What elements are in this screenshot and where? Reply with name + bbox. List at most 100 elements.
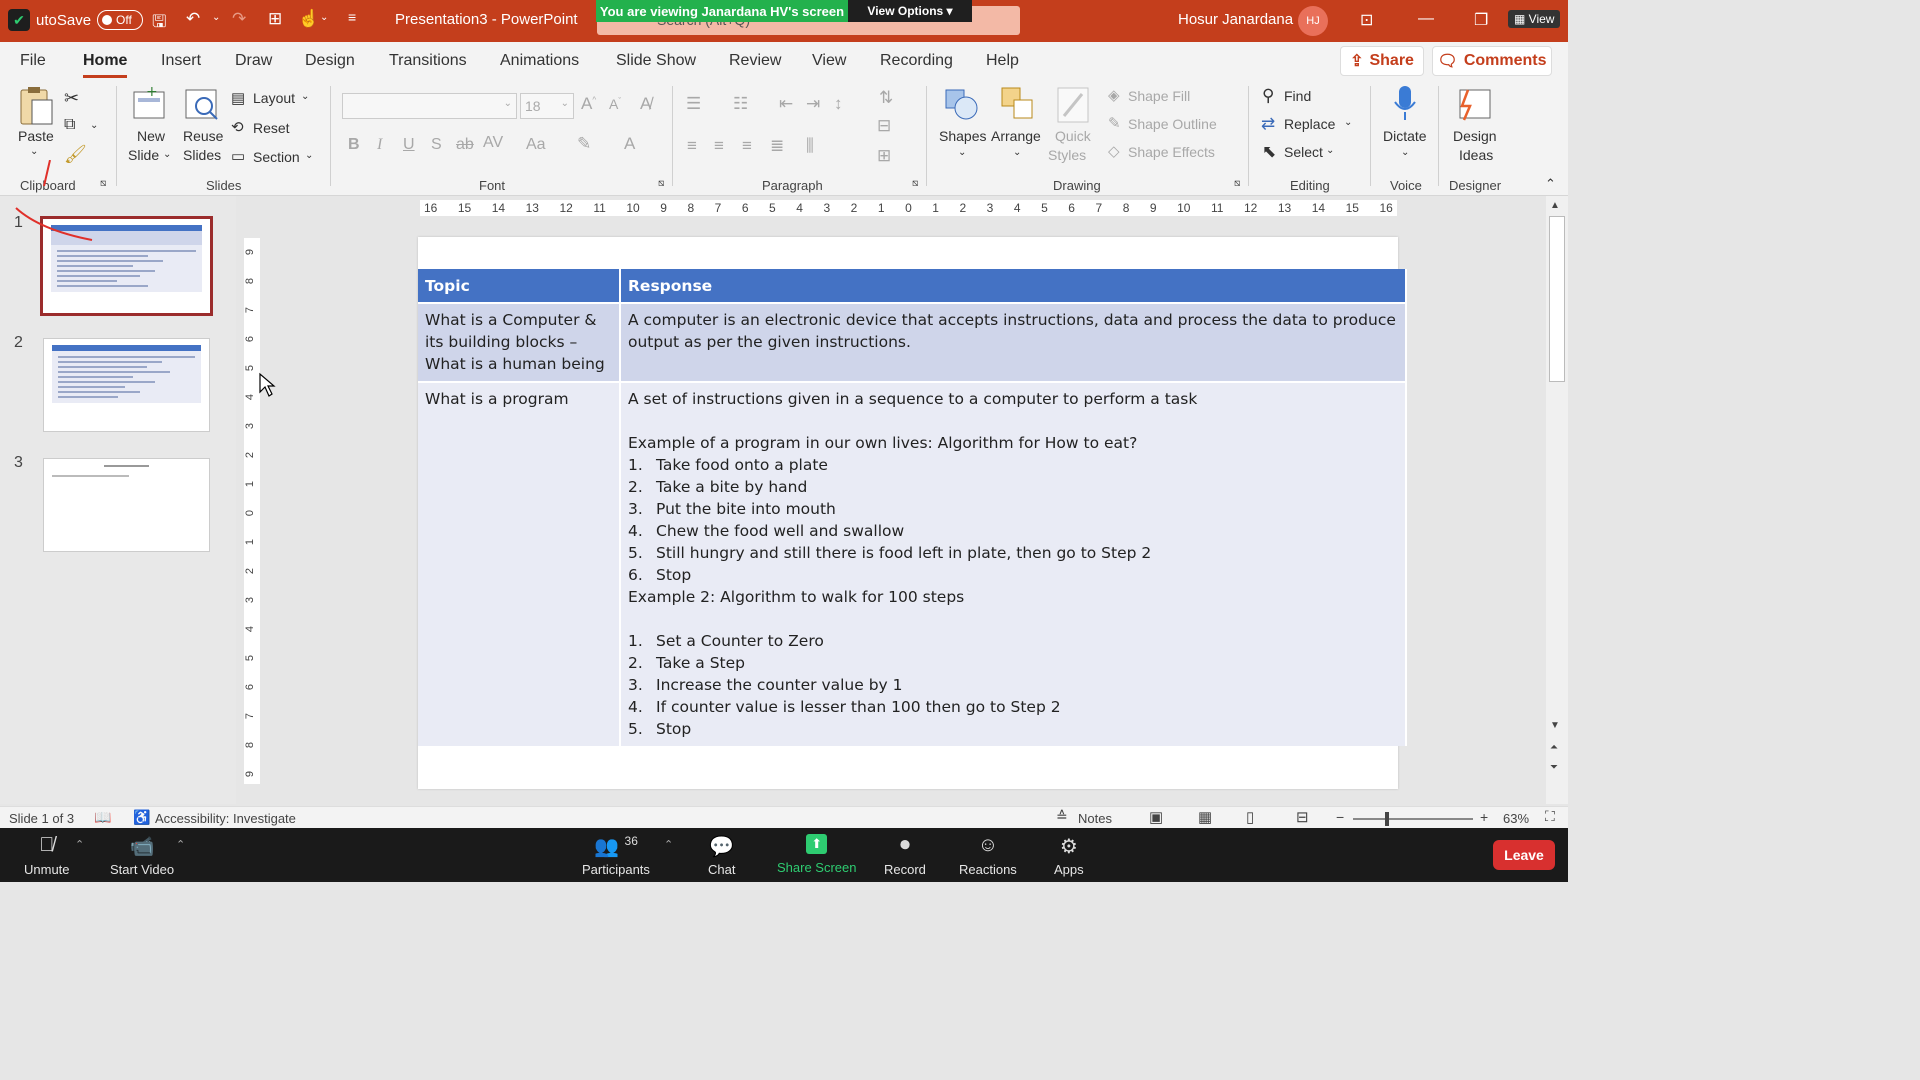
columns-icon[interactable]: ⫼ [806, 136, 814, 156]
chevron-up-icon[interactable]: ⌃ [664, 838, 673, 851]
table-cell-topic[interactable]: What is a Computer & its building blocks… [418, 302, 621, 382]
quick-styles-label-2[interactable]: Styles [1048, 147, 1086, 163]
ribbon-display-icon[interactable]: ⊡ [1360, 10, 1373, 30]
shape-outline-icon[interactable]: ✎ [1108, 114, 1121, 132]
italic-icon[interactable]: I [377, 136, 382, 154]
tab-help[interactable]: Help [986, 52, 1019, 70]
justify-icon[interactable]: ≣ [770, 136, 784, 156]
new-slide-label-1[interactable]: New [137, 128, 165, 144]
arrange-button[interactable]: Arrange [991, 128, 1041, 144]
grow-font-icon[interactable]: A^ [581, 94, 596, 114]
design-ideas-label-1[interactable]: Design [1453, 128, 1497, 144]
change-case-icon[interactable]: Aa [526, 136, 546, 154]
numbering-icon[interactable]: ☷ [733, 94, 748, 114]
dictate-dropdown-icon[interactable]: ⌄ [1401, 147, 1409, 158]
shadow-icon[interactable]: S [431, 136, 442, 154]
present-icon[interactable]: ⊞ [268, 9, 294, 29]
undo-icon[interactable]: ↶ [186, 9, 212, 29]
zoom-slider-thumb[interactable] [1385, 812, 1389, 826]
restore-icon[interactable]: ❐ [1474, 10, 1488, 30]
font-size-select[interactable]: 18 ⌄ [520, 93, 574, 119]
start-video-button[interactable]: 📹 Start Video [110, 834, 174, 877]
notes-button[interactable]: Notes [1078, 811, 1112, 826]
leave-button[interactable]: Leave [1493, 840, 1555, 870]
copy-icon[interactable]: ⧉ [64, 116, 75, 134]
smartart-icon[interactable]: ⊞ [877, 146, 891, 166]
zoom-view-button[interactable]: ▦ View [1508, 10, 1561, 28]
tab-recording[interactable]: Recording [880, 52, 953, 70]
select-dropdown-icon[interactable]: ⌄ [1326, 145, 1334, 156]
vertical-scrollbar[interactable]: ▲ ▼ ⏶ ⏷ [1546, 196, 1568, 804]
paste-button[interactable] [18, 86, 56, 126]
slide-thumbnail-3[interactable] [43, 458, 210, 552]
design-ideas-icon[interactable] [1456, 86, 1494, 125]
replace-icon[interactable]: ⇄ [1261, 114, 1275, 134]
slide-thumbnail-2[interactable] [43, 338, 210, 432]
scrollbar-thumb[interactable] [1549, 216, 1565, 382]
fit-to-window-icon[interactable]: ⛶ [1545, 808, 1555, 825]
zoom-level[interactable]: 63% [1503, 811, 1529, 826]
accessibility-status[interactable]: Accessibility: Investigate [155, 811, 296, 826]
replace-dropdown-icon[interactable]: ⌄ [1344, 117, 1352, 128]
section-icon[interactable]: ▭ [231, 147, 245, 165]
touch-dropdown-icon[interactable]: ⌄ [320, 12, 346, 23]
accessibility-icon[interactable]: ♿ [133, 809, 150, 826]
tab-insert[interactable]: Insert [161, 52, 201, 70]
chevron-up-icon[interactable]: ⌃ [75, 838, 84, 851]
align-left-icon[interactable]: ≡ [687, 136, 697, 156]
cut-icon[interactable]: ✂ [64, 88, 79, 109]
reuse-slides-label-1[interactable]: Reuse [183, 128, 223, 144]
notes-icon[interactable]: ≙ [1056, 808, 1068, 825]
share-screen-button[interactable]: ⬆ Share Screen [777, 834, 857, 875]
shrink-font-icon[interactable]: Aˇ [609, 96, 621, 112]
new-slide-label-2[interactable]: Slide [128, 147, 159, 163]
comments-button[interactable]: 🗨 Comments [1432, 46, 1552, 76]
tab-design[interactable]: Design [305, 52, 355, 70]
clipboard-launcher-icon[interactable]: ⧅ [100, 178, 106, 189]
dictate-button[interactable]: Dictate [1383, 128, 1427, 144]
next-slide-icon[interactable]: ⏷ [1550, 762, 1558, 773]
reset-icon[interactable]: ⟲ [231, 118, 244, 136]
font-launcher-icon[interactable]: ⧅ [658, 178, 664, 189]
slide-sorter-icon[interactable]: ▦ [1198, 808, 1212, 826]
paste-dropdown-icon[interactable]: ⌄ [30, 146, 38, 157]
autosave-toggle[interactable]: Off [97, 10, 144, 30]
layout-button[interactable]: Layout [253, 90, 295, 106]
character-spacing-icon[interactable]: AV [483, 134, 503, 152]
select-button[interactable]: Select [1284, 144, 1323, 160]
zoom-out-icon[interactable]: − [1336, 809, 1344, 825]
new-slide-dropdown-icon[interactable]: ⌄ [163, 149, 171, 160]
quick-styles-label-1[interactable]: Quick [1055, 128, 1091, 144]
table-cell-response[interactable]: A set of instructions given in a sequenc… [620, 381, 1407, 746]
shape-fill-icon[interactable]: ◈ [1108, 86, 1120, 104]
avatar[interactable]: HJ [1298, 6, 1328, 36]
reset-button[interactable]: Reset [253, 120, 290, 136]
bold-icon[interactable]: B [348, 136, 360, 154]
apps-button[interactable]: ⚙ Apps [1054, 834, 1084, 877]
tab-slide-show[interactable]: Slide Show [616, 52, 696, 70]
microphone-icon[interactable] [1392, 84, 1418, 127]
layout-dropdown-icon[interactable]: ⌄ [301, 91, 309, 102]
unmute-button[interactable]: 🎙̸ Unmute [24, 834, 70, 877]
decrease-indent-icon[interactable]: ⇤ [779, 94, 793, 114]
highlight-icon[interactable]: ✎ [577, 134, 591, 154]
align-text-icon[interactable]: ⊟ [877, 116, 891, 136]
autosave-control[interactable]: ✔ utoSave Off [8, 9, 144, 31]
select-icon[interactable]: ⬉ [1262, 142, 1276, 162]
participants-button[interactable]: 👥 36 Participants [582, 834, 650, 877]
find-button[interactable]: Find [1284, 88, 1311, 104]
line-spacing-icon[interactable]: ↕ [834, 94, 843, 114]
arrange-dropdown-icon[interactable]: ⌄ [1013, 147, 1021, 158]
increase-indent-icon[interactable]: ⇥ [806, 94, 820, 114]
text-direction-icon[interactable]: ⇅ [879, 88, 893, 108]
reuse-slides-label-2[interactable]: Slides [183, 147, 221, 163]
table-header-topic[interactable]: Topic [418, 269, 621, 303]
content-table[interactable]: Topic Response What is a Computer & its … [418, 269, 1407, 746]
tab-view[interactable]: View [812, 52, 846, 70]
bullets-icon[interactable]: ☰ [686, 94, 701, 114]
normal-view-icon[interactable]: ▣ [1149, 808, 1163, 826]
find-icon[interactable]: ⚲ [1262, 86, 1274, 106]
paragraph-launcher-icon[interactable]: ⧅ [912, 178, 918, 189]
font-family-select[interactable]: ⌄ [342, 93, 517, 119]
tab-transitions[interactable]: Transitions [389, 52, 467, 70]
